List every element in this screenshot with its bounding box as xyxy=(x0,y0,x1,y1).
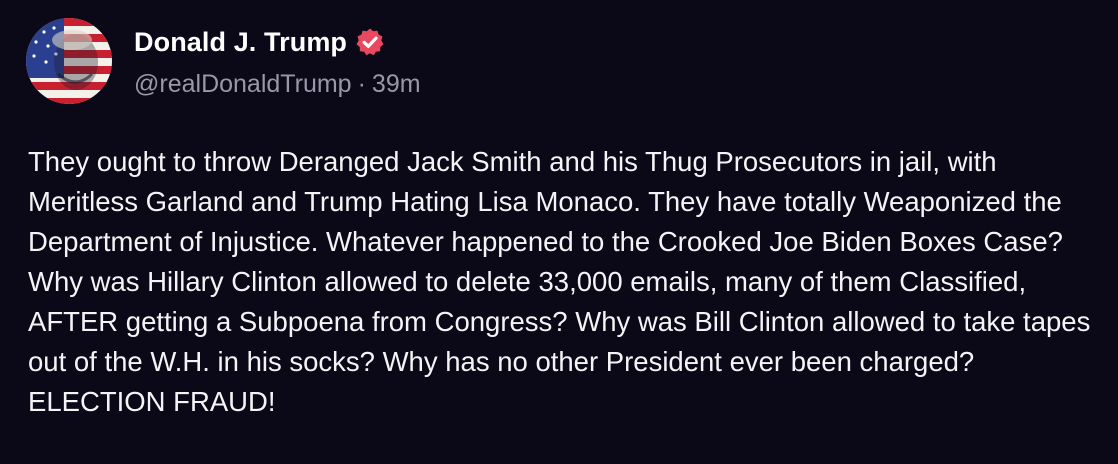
user-handle[interactable]: @realDonaldTrump xyxy=(134,70,352,98)
author-name-row: Donald J. Trump xyxy=(134,22,385,62)
post-timestamp[interactable]: 39m xyxy=(372,70,421,98)
meta-separator: · xyxy=(357,70,366,98)
post-body-text: They ought to throw Deranged Jack Smith … xyxy=(28,146,1091,417)
flag-portrait-icon xyxy=(26,18,112,104)
display-name[interactable]: Donald J. Trump xyxy=(134,27,347,58)
profile-avatar[interactable] xyxy=(26,18,112,104)
verified-badge-icon xyxy=(355,27,385,57)
author-meta-row: @realDonaldTrump · 39m xyxy=(134,70,421,99)
post-card: Donald J. Trump @realDonaldTrump · 39m The… xyxy=(0,0,1118,464)
